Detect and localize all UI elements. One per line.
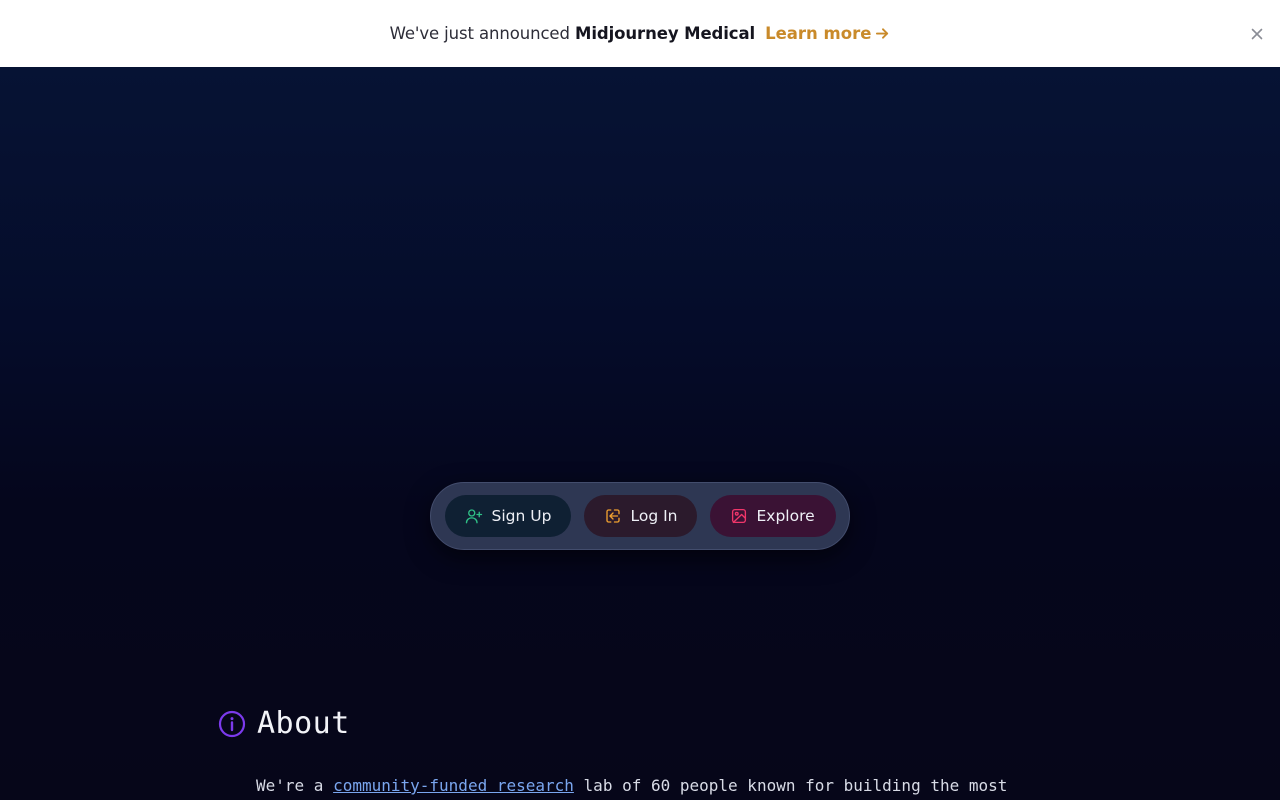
close-icon — [1251, 28, 1263, 39]
close-announcement-button[interactable] — [1248, 25, 1266, 43]
learn-more-label: Learn more — [765, 24, 872, 43]
sign-up-label: Sign Up — [491, 507, 552, 525]
about-text: We're a community-funded research lab of… — [256, 776, 1036, 795]
sign-up-button[interactable]: Sign Up — [444, 495, 571, 537]
explore-label: Explore — [756, 507, 815, 525]
about-text-prefix: We're a — [256, 776, 324, 795]
login-icon — [605, 509, 620, 523]
learn-more-link[interactable]: Learn more — [765, 24, 890, 43]
log-in-label: Log In — [630, 507, 678, 525]
announcement-prefix: We've just announced — [389, 24, 570, 43]
about-title: About — [257, 706, 350, 741]
explore-button[interactable]: Explore — [709, 495, 836, 537]
arrow-right-icon — [876, 28, 889, 39]
about-text-suffix: lab of 60 people known for building the … — [583, 776, 1008, 795]
user-plus-icon — [465, 509, 482, 524]
about-heading: About — [218, 706, 350, 741]
announcement-product: Midjourney Medical — [575, 24, 756, 43]
info-icon — [218, 710, 246, 737]
announcement-text: We've just announced Midjourney Medical — [390, 24, 756, 43]
community-funded-research-link[interactable]: community-funded research — [333, 776, 574, 795]
action-pill: Sign Up Log In Explore — [430, 482, 850, 550]
image-icon — [731, 508, 746, 524]
announcement-bar: We've just announced Midjourney Medical … — [0, 0, 1280, 67]
log-in-button[interactable]: Log In — [583, 495, 697, 537]
hero-section: Sign Up Log In Explore About We're a com… — [0, 67, 1280, 800]
